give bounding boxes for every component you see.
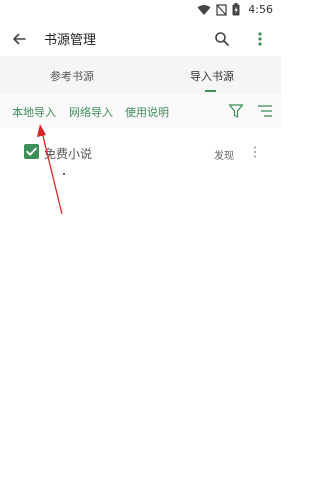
annotation-arrow [37, 124, 63, 215]
